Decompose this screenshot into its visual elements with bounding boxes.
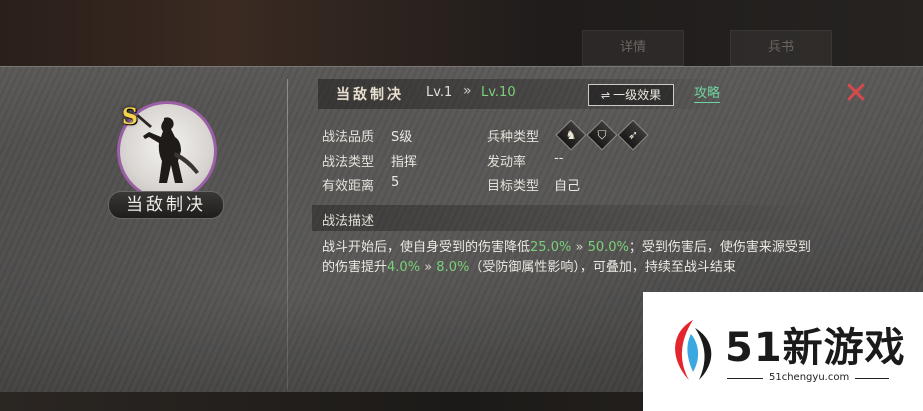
watermark-brand: 51新游戏 xyxy=(725,325,906,371)
level-effect-label: 一级效果 xyxy=(613,88,662,102)
shield-icon: ⛉ xyxy=(586,119,618,151)
range-label: 有效距离 xyxy=(322,179,375,194)
increase-value-max: 8.0% xyxy=(436,260,470,275)
background-top: 详情 兵书 xyxy=(0,0,923,66)
swap-icon: ⇌ xyxy=(600,89,611,102)
strategy-link[interactable]: 攻略 xyxy=(694,86,721,103)
trigger-rate-label: 发动率 xyxy=(487,155,527,170)
site-watermark: 51新游戏 51chengyu.com xyxy=(643,292,923,411)
watermark-rule-right xyxy=(855,378,889,379)
range-value: 5 xyxy=(391,175,400,190)
troop-type-label: 兵种类型 xyxy=(487,130,540,145)
background-tab-details: 详情 xyxy=(582,30,684,66)
description-header-bar xyxy=(312,205,832,231)
trigger-rate-value: -- xyxy=(554,151,564,166)
reduction-value-max: 50.0% xyxy=(587,240,629,255)
increase-value-current: 4.0% xyxy=(387,260,421,275)
portrait-name-plate: 当敌制决 xyxy=(108,191,224,219)
quality-value: S级 xyxy=(391,130,413,145)
watermark-url: 51chengyu.com xyxy=(769,372,850,383)
target-type-label: 目标类型 xyxy=(487,179,540,194)
description-title: 战法描述 xyxy=(322,214,375,229)
level-arrow-icon: » xyxy=(463,83,472,99)
upgrade-arrow-icon: » xyxy=(575,240,584,255)
quality-label: 战法品质 xyxy=(322,130,375,145)
level-effect-button[interactable]: ⇌ 一级效果 xyxy=(588,84,674,106)
grade-badge: S xyxy=(122,104,138,130)
panel-divider xyxy=(287,79,288,391)
description-text: 战斗开始后，使自身受到的伤害降低25.0% » 50.0%；受到伤害后，使伤害来… xyxy=(322,238,818,278)
upgrade-arrow-icon: » xyxy=(424,260,433,275)
level-current: Lv.1 xyxy=(426,85,453,100)
skill-name: 当敌制决 xyxy=(336,87,404,103)
type-label: 战法类型 xyxy=(322,155,375,170)
type-value: 指挥 xyxy=(391,155,418,170)
bow-icon: ➶ xyxy=(617,119,649,151)
target-type-value: 自己 xyxy=(554,179,581,194)
background-tab-book: 兵书 xyxy=(730,30,832,66)
site-logo-icon xyxy=(675,320,712,380)
description-part-1: 战斗开始后，使自身受到的伤害降低 xyxy=(322,240,531,255)
close-icon[interactable]: ✕ xyxy=(843,79,869,109)
level-max: Lv.10 xyxy=(481,85,516,100)
reduction-value-current: 25.0% xyxy=(530,240,572,255)
description-part-3: （受防御属性影响），可叠加，持续至战斗结束 xyxy=(469,260,736,275)
cavalry-icon: ♞ xyxy=(555,119,587,151)
watermark-rule-left xyxy=(727,378,763,379)
